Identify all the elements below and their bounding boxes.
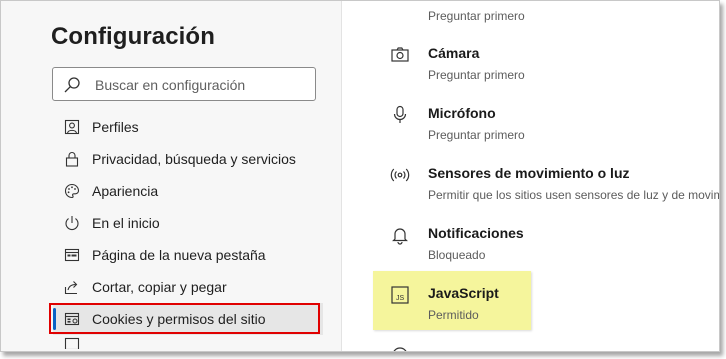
- permission-subtitle: Permitido: [428, 308, 479, 322]
- sidebar-item-label: Página de la nueva pestaña: [92, 247, 266, 263]
- permission-title: Sensores de movimiento o luz: [428, 165, 630, 181]
- share-icon: [63, 278, 81, 296]
- svg-text:JS: JS: [396, 295, 405, 302]
- power-icon: [63, 214, 81, 232]
- sidebar-item-cut-copy-paste[interactable]: Cortar, copiar y pegar: [53, 271, 323, 303]
- search-icon: [64, 77, 80, 93]
- search-input[interactable]: Buscar en configuración: [52, 67, 316, 101]
- sidebar-item-label: Perfiles: [92, 119, 139, 135]
- sidebar-item-label: Privacidad, búsqueda y servicios: [92, 151, 296, 167]
- partial-permission-subtitle: Preguntar primero: [428, 9, 525, 23]
- permission-subtitle: Preguntar primero: [428, 68, 525, 82]
- search-placeholder: Buscar en configuración: [95, 77, 246, 93]
- sidebar-item-privacy[interactable]: Privacidad, búsqueda y servicios: [53, 143, 323, 175]
- profile-icon: [63, 118, 81, 136]
- permission-javascript[interactable]: JS JavaScript Permitido: [342, 285, 719, 345]
- page-title: Configuración: [51, 23, 215, 50]
- permission-title: Micrófono: [428, 105, 496, 121]
- permission-subtitle: Bloqueado: [428, 248, 486, 262]
- sidebar-item-partial[interactable]: [53, 335, 323, 349]
- default-browser-icon: [63, 335, 81, 349]
- permission-subtitle: Preguntar primero: [428, 128, 525, 142]
- permission-subtitle: Permitir que los sitios usen sensores de…: [428, 188, 720, 202]
- new-tab-icon: [63, 246, 81, 264]
- settings-sidebar: Configuración Buscar en configuración Pe…: [1, 1, 341, 351]
- permission-camera[interactable]: Cámara Preguntar primero: [342, 45, 719, 105]
- js-icon: JS: [391, 286, 409, 304]
- settings-window: Configuración Buscar en configuración Pe…: [0, 0, 720, 352]
- permission-title: JavaScript: [428, 285, 499, 301]
- permission-title: Cámara: [428, 45, 480, 61]
- sidebar-item-label: Apariencia: [92, 183, 159, 199]
- partial-permission-icon: [390, 345, 410, 351]
- sensor-icon: [390, 168, 410, 182]
- sidebar-item-startup[interactable]: En el inicio: [53, 207, 323, 239]
- sidebar-item-profiles[interactable]: Perfiles: [53, 111, 323, 143]
- palette-icon: [63, 182, 81, 200]
- bell-icon: [392, 228, 408, 245]
- highlight-box: [49, 303, 320, 334]
- sidebar-item-label: En el inicio: [92, 215, 160, 231]
- camera-icon: [391, 47, 409, 62]
- microphone-icon: [393, 105, 407, 123]
- sidebar-item-label: Cortar, copiar y pegar: [92, 279, 227, 295]
- permission-title: Notificaciones: [428, 225, 524, 241]
- permission-motion-light-sensors[interactable]: Sensores de movimiento o luz Permitir qu…: [342, 165, 720, 225]
- sidebar-item-new-tab[interactable]: Página de la nueva pestaña: [53, 239, 323, 271]
- lock-icon: [63, 150, 81, 168]
- permission-microphone[interactable]: Micrófono Preguntar primero: [342, 105, 719, 165]
- sidebar-item-appearance[interactable]: Apariencia: [53, 175, 323, 207]
